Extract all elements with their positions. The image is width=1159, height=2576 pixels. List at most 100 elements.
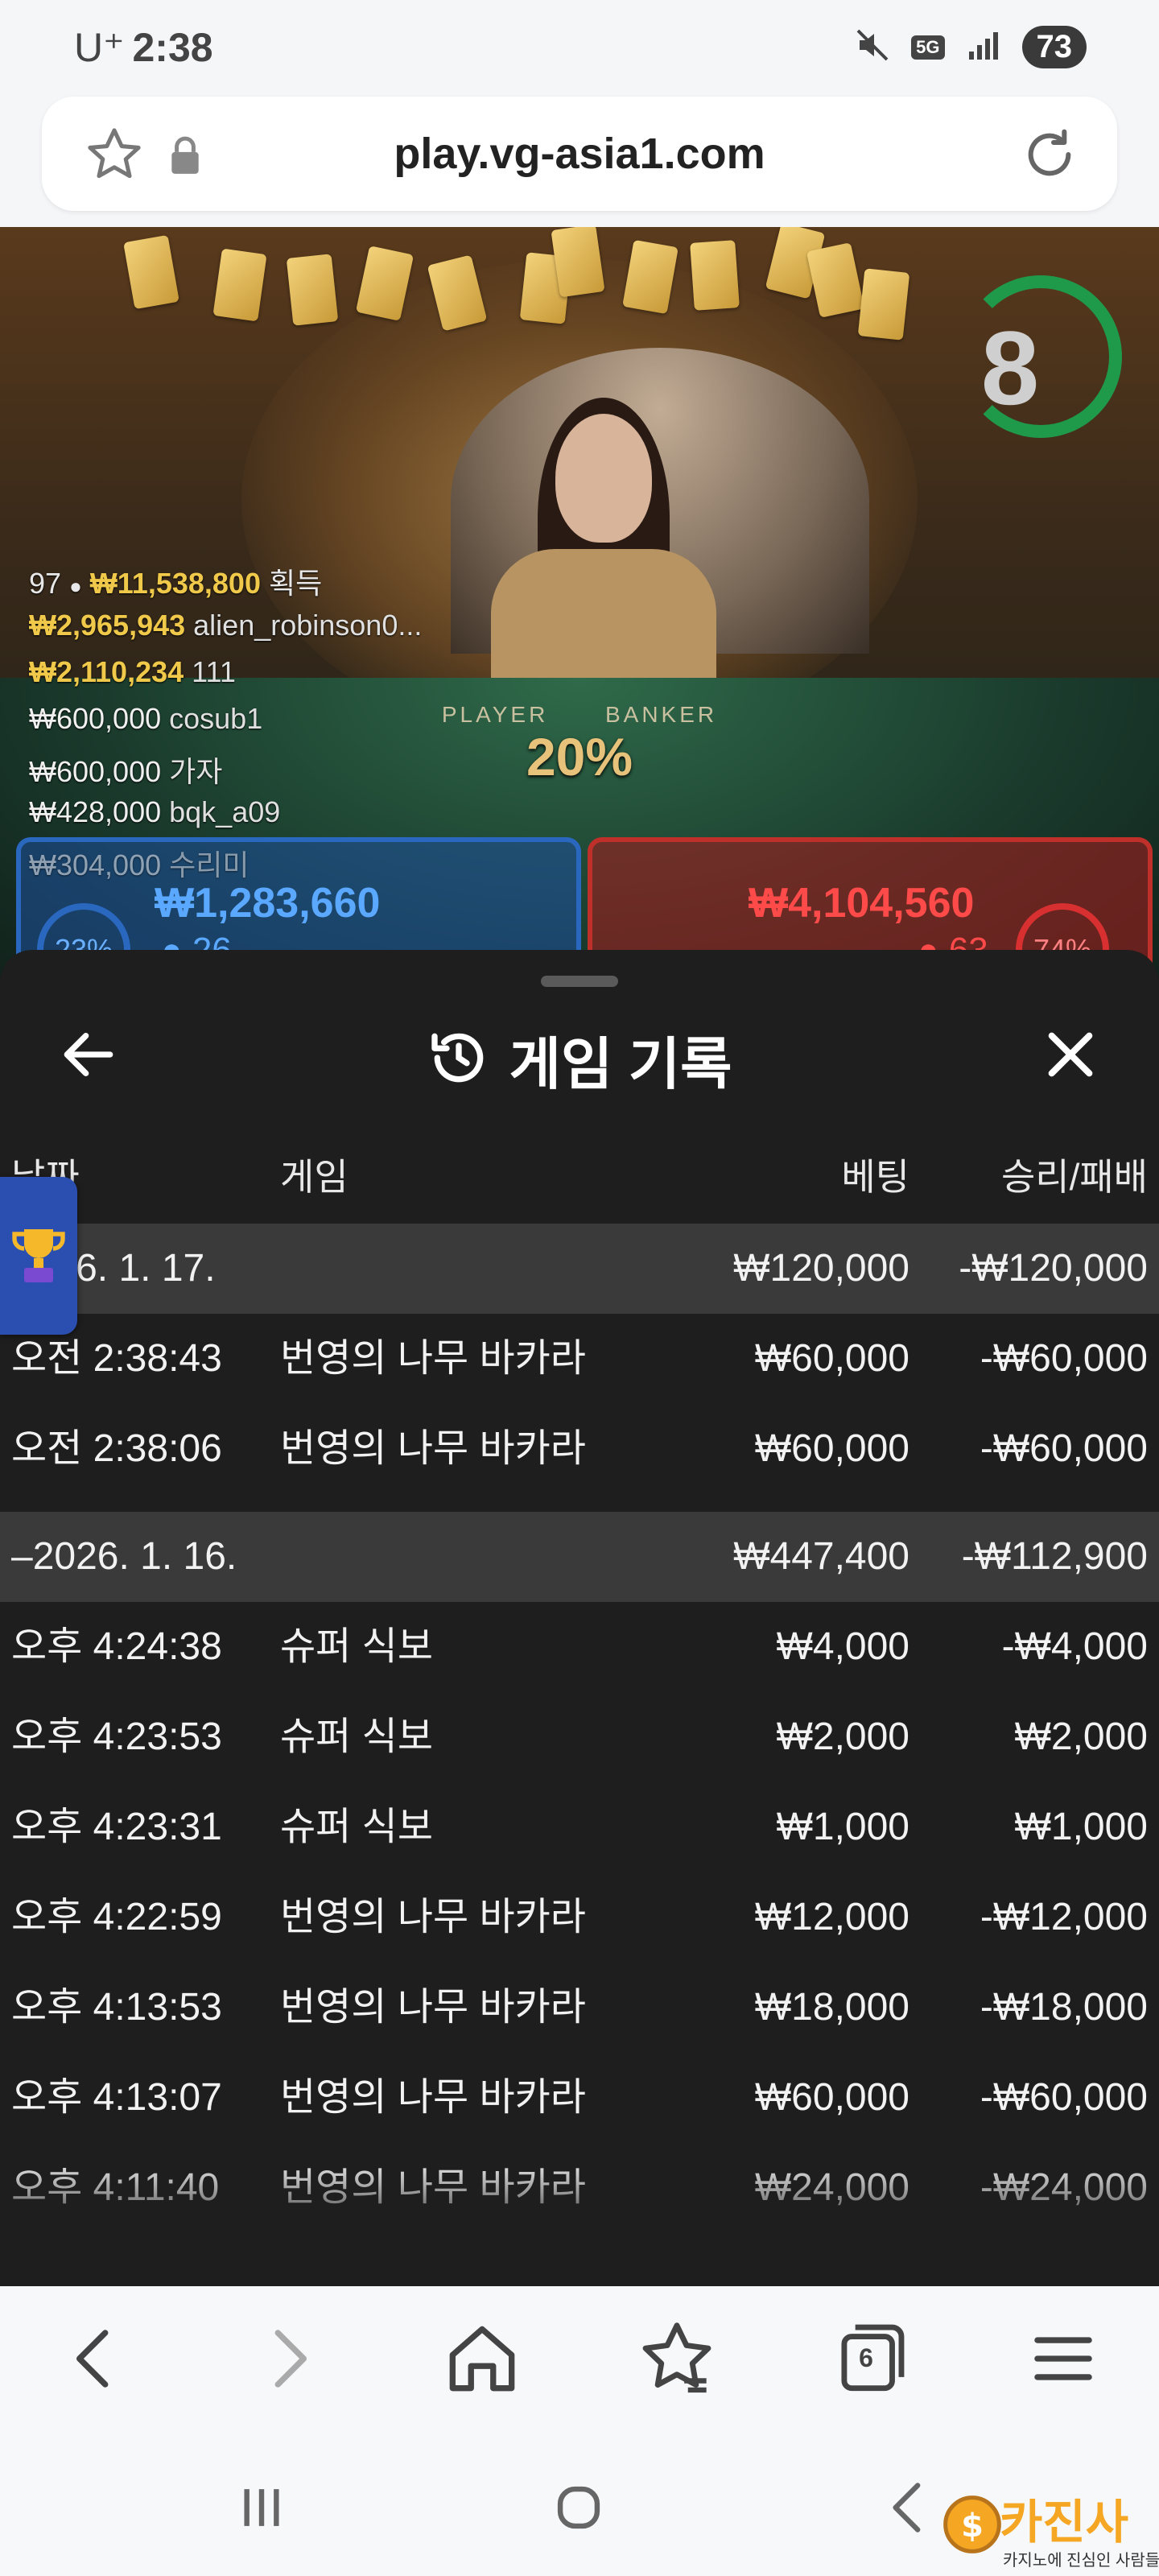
decor-card: [286, 254, 339, 326]
signal-icon: [964, 26, 1003, 68]
table-row[interactable]: 오후 4:22:59 번영의 나무 바카라 ₩12,000 -₩12,000: [0, 1872, 1159, 1963]
svg-text:$: $: [961, 2508, 984, 2545]
bookmarks-icon[interactable]: [633, 2314, 721, 2403]
countdown-number: 8: [980, 309, 1040, 427]
column-header-result[interactable]: 승리/패배: [1001, 1148, 1148, 1201]
total-win-suffix: 획득: [268, 567, 323, 600]
game-history-panel: 게임 기록 날짜 게임 베팅 승리/패배 2026. 1. 17. ₩120,0…: [0, 950, 1159, 2286]
leader-name: 수리미: [169, 848, 250, 881]
watermark-logo: $ 카진사 카지노에 진심인 사람들: [940, 2479, 1159, 2576]
group-date: –2026. 1. 16.: [11, 1535, 237, 1578]
leader-amount: ₩304,000: [29, 848, 162, 881]
row-result: -₩4,000: [1001, 1625, 1148, 1668]
table-row[interactable]: 오후 4:13:53 번영의 나무 바카라 ₩18,000 -₩18,000: [0, 1963, 1159, 2053]
network-5g-icon: 5G: [911, 35, 945, 60]
watermark-tagline: 카지노에 진심인 사람들: [1003, 2552, 1159, 2570]
tabs-icon[interactable]: 6: [826, 2314, 914, 2403]
group-bet-total: ₩447,400: [733, 1535, 909, 1578]
column-header-bet[interactable]: 베팅: [841, 1148, 909, 1201]
row-game: 슈퍼 식보: [280, 1715, 433, 1758]
leaderboard-row: ₩2,965,943 alien_robinson0...: [29, 609, 422, 642]
history-icon: [427, 1026, 491, 1094]
close-icon[interactable]: [1038, 1022, 1103, 1087]
table-row[interactable]: 오후 4:13:07 번영의 나무 바카라 ₩60,000 -₩60,000: [0, 2053, 1159, 2143]
row-bet: ₩2,000: [776, 1715, 909, 1758]
dealer-face: [555, 414, 652, 543]
reload-icon[interactable]: [1017, 122, 1082, 191]
date-group-row[interactable]: –2026. 1. 16. ₩447,400 -₩112,900: [0, 1512, 1159, 1602]
drag-handle[interactable]: [541, 976, 618, 987]
row-bet: ₩60,000: [754, 2076, 909, 2119]
table-row[interactable]: 오전 2:38:43 번영의 나무 바카라 ₩60,000 -₩60,000: [0, 1314, 1159, 1404]
row-result: -₩18,000: [980, 1986, 1148, 2029]
scroll-fade: [0, 2157, 1159, 2286]
row-time: 오후 4:23:53: [11, 1715, 222, 1758]
status-bar: U⁺ 2:38 5G 73: [0, 0, 1159, 93]
leader-name: bqk_a09: [169, 795, 281, 828]
leader-amount: ₩2,110,234: [29, 655, 184, 688]
leader-amount: ₩428,000: [29, 795, 162, 828]
row-game: 번영의 나무 바카라: [280, 2076, 586, 2119]
group-result-total: -₩112,900: [961, 1535, 1148, 1578]
back-arrow-icon[interactable]: [50, 2314, 138, 2403]
status-time: U⁺ 2:38: [74, 24, 213, 71]
mute-icon: [853, 26, 892, 68]
table-row[interactable]: 오후 4:24:38 슈퍼 식보 ₩4,000 -₩4,000: [0, 1602, 1159, 1692]
date-group-row[interactable]: 2026. 1. 17. ₩120,000 -₩120,000: [0, 1224, 1159, 1314]
row-time: 오후 4:22:59: [11, 1896, 222, 1938]
leaderboard-summary: 97 ● ₩11,538,800 획득: [29, 560, 322, 602]
row-time: 오후 4:24:38: [11, 1625, 222, 1668]
browser-toolbar: [0, 2286, 1159, 2431]
home-icon[interactable]: [438, 2314, 526, 2403]
carrier-label: U⁺: [74, 25, 125, 70]
home-circle-icon[interactable]: [534, 2463, 623, 2556]
decor-card: [551, 227, 605, 298]
player-total-bet: ₩1,283,660: [155, 880, 381, 927]
forward-arrow-icon[interactable]: [245, 2314, 333, 2403]
tab-count: 6: [859, 2343, 873, 2372]
leaderboard-row: ₩428,000 bqk_a09: [29, 795, 280, 829]
panel-title: 게임 기록: [509, 1033, 732, 1096]
row-result: ₩1,000: [1014, 1806, 1148, 1848]
decor-card: [857, 268, 910, 341]
row-bet: ₩4,000: [776, 1625, 909, 1668]
trophy-icon: [10, 1224, 68, 1292]
row-result: -₩60,000: [980, 2076, 1148, 2119]
row-bet: ₩12,000: [754, 1896, 909, 1938]
url-bar[interactable]: play.vg-asia1.com: [42, 97, 1117, 211]
row-game: 번영의 나무 바카라: [280, 1427, 586, 1470]
decor-card: [212, 248, 267, 322]
row-result: -₩60,000: [980, 1427, 1148, 1470]
battery-icon: 73: [1021, 26, 1087, 68]
leader-amount: ₩2,965,943: [29, 609, 186, 642]
row-bet: ₩60,000: [754, 1427, 909, 1470]
row-result: -₩12,000: [980, 1896, 1148, 1938]
banker-total-bet: ₩4,104,560: [749, 880, 975, 927]
leader-name: alien_robinson0...: [193, 609, 423, 642]
center-percentage: 20%: [526, 727, 633, 786]
column-header-game[interactable]: 게임: [280, 1148, 349, 1201]
menu-icon[interactable]: [1019, 2314, 1107, 2403]
leaderboard-row: ₩304,000 수리미: [29, 842, 250, 884]
row-game: 번영의 나무 바카라: [280, 1896, 586, 1938]
row-time: 오후 4:13:53: [11, 1986, 222, 2029]
leader-name: 111: [192, 655, 236, 688]
row-time: 오전 2:38:06: [11, 1427, 222, 1470]
row-bet: ₩60,000: [754, 1337, 909, 1380]
table-row[interactable]: 오후 4:23:31 슈퍼 식보 ₩1,000 ₩1,000: [0, 1782, 1159, 1872]
url-text[interactable]: play.vg-asia1.com: [42, 129, 1117, 179]
row-bet: ₩18,000: [754, 1986, 909, 2029]
group-result-total: -₩120,000: [959, 1247, 1148, 1290]
players-count: 97: [29, 567, 62, 600]
panel-header: 게임 기록: [0, 1019, 1159, 1100]
trophy-button[interactable]: [0, 1177, 77, 1335]
watermark-brand: 카진사: [1000, 2495, 1129, 2549]
table-row[interactable]: 오후 4:23:53 슈퍼 식보 ₩2,000 ₩2,000: [0, 1692, 1159, 1782]
recent-apps-icon[interactable]: [217, 2463, 306, 2556]
row-time: 오후 4:13:07: [11, 2076, 222, 2119]
decor-card: [806, 242, 865, 318]
row-game: 번영의 나무 바카라: [280, 1337, 586, 1380]
row-game: 슈퍼 식보: [280, 1806, 433, 1848]
total-win-amount: ₩11,538,800: [89, 567, 261, 600]
table-row[interactable]: 오전 2:38:06 번영의 나무 바카라 ₩60,000 -₩60,000: [0, 1404, 1159, 1494]
